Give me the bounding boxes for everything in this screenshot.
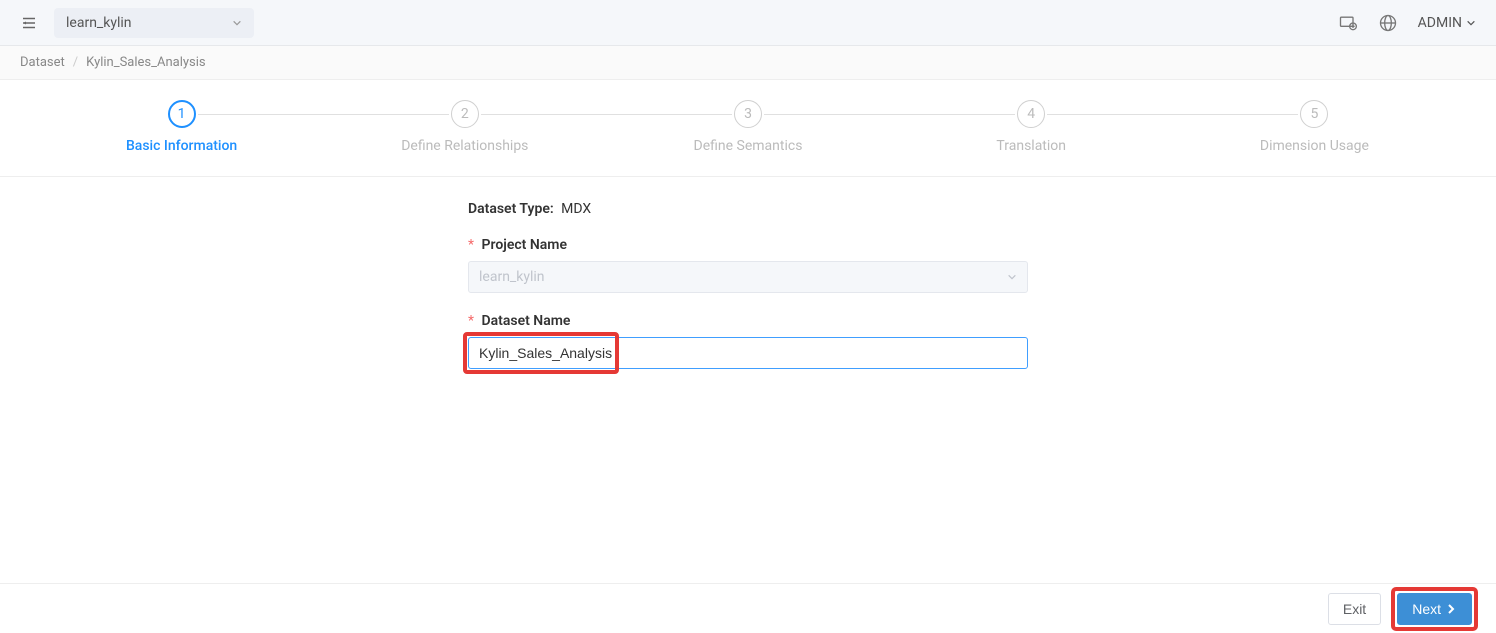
globe-icon[interactable] bbox=[1378, 13, 1398, 33]
step-define-relationships[interactable]: 2 Define Relationships bbox=[323, 100, 606, 154]
wizard-steps: 1 Basic Information 2 Define Relationshi… bbox=[0, 80, 1496, 177]
dataset-name-input[interactable] bbox=[468, 337, 1028, 369]
user-menu[interactable]: ADMIN bbox=[1418, 15, 1476, 31]
diagnostics-icon[interactable] bbox=[1338, 13, 1358, 33]
project-name-select: learn_kylin bbox=[468, 261, 1028, 293]
dataset-type-label: Dataset Type: bbox=[468, 201, 554, 217]
step-number: 4 bbox=[1017, 100, 1045, 128]
dataset-name-label: Dataset Name bbox=[482, 313, 571, 329]
breadcrumb: Dataset / Kylin_Sales_Analysis bbox=[0, 46, 1496, 80]
project-selector-value: learn_kylin bbox=[66, 15, 132, 31]
project-selector[interactable]: learn_kylin bbox=[54, 8, 254, 38]
project-name-value: learn_kylin bbox=[479, 269, 545, 285]
form-basic-information: Dataset Type: MDX * Project Name learn_k… bbox=[448, 201, 1048, 369]
project-name-label: Project Name bbox=[482, 237, 567, 253]
step-label: Define Relationships bbox=[401, 138, 528, 154]
step-label: Dimension Usage bbox=[1260, 138, 1369, 154]
step-label: Define Semantics bbox=[694, 138, 803, 154]
step-label: Basic Information bbox=[126, 138, 237, 154]
highlight-annotation: Next bbox=[1391, 587, 1478, 631]
step-basic-information[interactable]: 1 Basic Information bbox=[40, 100, 323, 154]
step-translation[interactable]: 4 Translation bbox=[890, 100, 1173, 154]
step-define-semantics[interactable]: 3 Define Semantics bbox=[606, 100, 889, 154]
next-button-label: Next bbox=[1412, 601, 1441, 617]
exit-button[interactable]: Exit bbox=[1328, 593, 1381, 625]
required-marker: * bbox=[468, 313, 474, 329]
step-number: 1 bbox=[168, 100, 196, 128]
step-number: 3 bbox=[734, 100, 762, 128]
step-number: 2 bbox=[451, 100, 479, 128]
topbar: learn_kylin ADMIN bbox=[0, 0, 1496, 46]
dataset-type-value: MDX bbox=[561, 201, 591, 217]
step-dimension-usage[interactable]: 5 Dimension Usage bbox=[1173, 100, 1456, 154]
step-number: 5 bbox=[1300, 100, 1328, 128]
next-button[interactable]: Next bbox=[1397, 593, 1472, 625]
step-label: Translation bbox=[996, 138, 1066, 154]
dataset-name-row: * Dataset Name bbox=[468, 313, 1028, 369]
chevron-right-icon bbox=[1445, 603, 1457, 615]
breadcrumb-root[interactable]: Dataset bbox=[20, 55, 65, 70]
required-marker: * bbox=[468, 237, 474, 253]
chevron-down-icon bbox=[232, 18, 242, 28]
chevron-down-icon bbox=[1466, 18, 1476, 28]
menu-collapse-icon[interactable] bbox=[20, 14, 38, 32]
user-menu-label: ADMIN bbox=[1418, 15, 1462, 31]
chevron-down-icon bbox=[1007, 272, 1017, 282]
wizard-footer: Exit Next bbox=[0, 583, 1496, 633]
dataset-type-row: Dataset Type: MDX bbox=[468, 201, 1028, 217]
breadcrumb-current: Kylin_Sales_Analysis bbox=[86, 55, 205, 70]
project-name-row: * Project Name learn_kylin bbox=[468, 237, 1028, 293]
breadcrumb-separator: / bbox=[73, 55, 78, 70]
